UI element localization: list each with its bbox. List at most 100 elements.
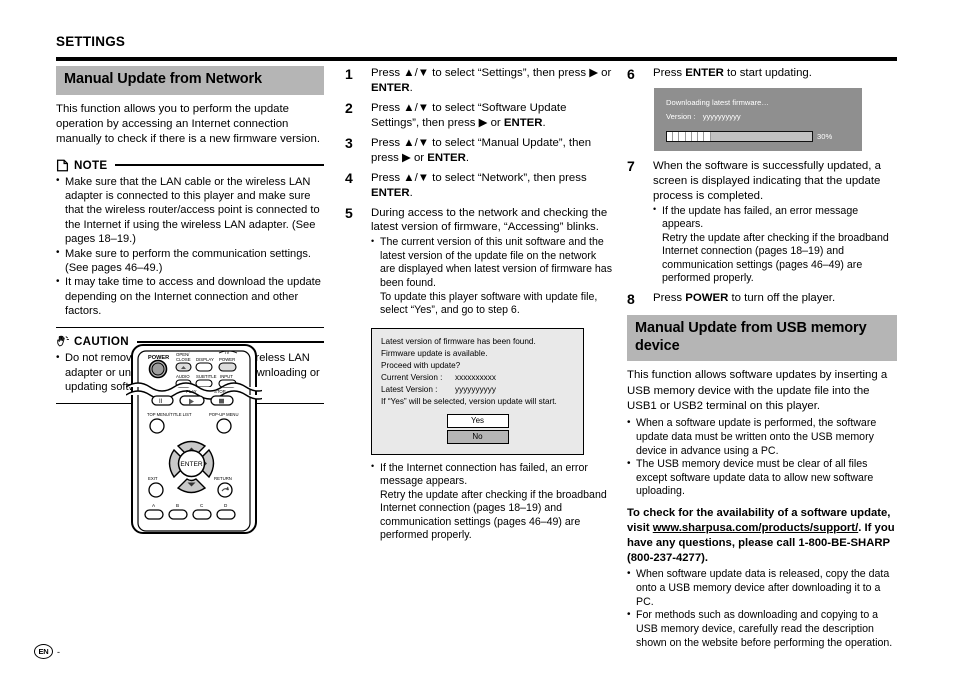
usb-intro-bullets: When a software update is performed, the… (627, 417, 897, 499)
caution-hand-icon (56, 335, 70, 348)
page-marker: - (57, 646, 60, 657)
svg-text:STOP: STOP (214, 389, 226, 394)
step-text: Press ▲/▼ to select “Manual Update”, the… (371, 136, 592, 164)
svg-text:CLOSE: CLOSE (176, 357, 191, 362)
step-item: 3 Press ▲/▼ to select “Manual Update”, t… (345, 135, 613, 166)
bullet-main: If the Internet connection has failed, a… (380, 461, 588, 488)
step-text: Press POWER to turn off the player. (653, 292, 836, 305)
list-item: For methods such as downloading and copy… (627, 609, 897, 650)
step-number: 7 (627, 158, 635, 175)
step-number: 5 (345, 205, 353, 221)
list-item: Make sure that the LAN cable or the wire… (56, 174, 324, 247)
dialog-line: Latest version of firmware has been foun… (381, 336, 536, 346)
no-button[interactable]: No (446, 430, 509, 444)
current-version-row: Current Version : xxxxxxxxxx (381, 372, 574, 384)
bullet-continuation: To update this player software with upda… (380, 290, 598, 317)
step-number: 1 (345, 65, 353, 82)
steps-list-7-8: 7 When the software is successfully upda… (627, 158, 897, 307)
downloading-label: Downloading latest firmware… (666, 97, 769, 107)
step-item: 4 Press ▲/▼ to select “Network”, then pr… (345, 170, 613, 201)
list-item: When a software update is performed, the… (627, 417, 897, 458)
step-text: Press ▲/▼ to select “Network”, then pres… (371, 171, 587, 199)
step-number: 3 (345, 135, 353, 152)
bullet-continuation: Retry the update after checking if the b… (380, 488, 607, 542)
svg-text:II: II (159, 399, 163, 405)
step-item: 5 During access to the network and check… (345, 205, 613, 318)
svg-text:EXIT: EXIT (148, 476, 158, 481)
header-rule (56, 57, 897, 61)
current-version-value: xxxxxxxxxx (455, 372, 496, 382)
right-column: 6 Press ENTER to start updating. Downloa… (627, 66, 897, 650)
note-divider (56, 326, 324, 329)
svg-text:POP-UP MENU: POP-UP MENU (209, 412, 238, 417)
step-number: 8 (627, 290, 635, 307)
steps-list-6-8: 6 Press ENTER to start updating. (627, 65, 897, 82)
usb-intro-text: This function allows software updates by… (627, 369, 888, 412)
step-item: 6 Press ENTER to start updating. (627, 65, 897, 82)
network-intro-text: This function allows you to perform the … (56, 102, 320, 146)
list-item: The current version of this unit softwar… (371, 236, 613, 317)
step-item: 2 Press ▲/▼ to select “Software Update S… (345, 100, 613, 131)
firmware-found-dialog: Latest version of firmware has been foun… (371, 327, 584, 455)
step-text: Press ▲/▼ to select “Settings”, then pre… (371, 67, 612, 94)
dialog-line: If “Yes” will be selected, version updat… (381, 396, 557, 406)
software-update-availability-note: To check for the availability of a softw… (627, 506, 897, 565)
bullet-main: If the update has failed, an error messa… (662, 204, 859, 231)
caution-label: CAUTION (74, 335, 129, 349)
download-version-row: Version : yyyyyyyyyy (666, 111, 850, 122)
list-item: When software update data is released, c… (627, 568, 897, 609)
list-item: Make sure to perform the communication s… (56, 246, 324, 276)
support-url-link[interactable]: www.sharpusa.com/products/support/ (653, 522, 858, 534)
step-text: Press ▲/▼ to select “Software Update Set… (371, 101, 567, 129)
download-version-label: Version : (666, 112, 696, 122)
manual-page: SETTINGS Manual Update from Network This… (0, 0, 954, 675)
page-footer: EN - (34, 644, 60, 659)
svg-text:AUDIO: AUDIO (176, 374, 190, 379)
bullet-main: The current version of this unit softwar… (380, 236, 612, 290)
svg-text:PLAY: PLAY (186, 389, 197, 394)
step-item: 1 Press ▲/▼ to select “Settings”, then p… (345, 66, 613, 96)
step-text: Press ENTER to start updating. (653, 67, 812, 79)
dialog-line: Firmware update is available. (381, 348, 488, 358)
running-head: SETTINGS (56, 34, 126, 49)
list-item: If the update has failed, an error messa… (653, 204, 897, 286)
download-version-value: yyyyyyyyyy (702, 112, 741, 122)
yes-button[interactable]: Yes (446, 414, 509, 429)
step-number: 6 (627, 65, 635, 82)
dialog-line: Proceed with update? (381, 360, 461, 370)
svg-text:TOP MENU/TITLE LIST: TOP MENU/TITLE LIST (147, 412, 192, 417)
list-item: The USB memory device must be clear of a… (627, 458, 897, 499)
after-dialog-bullets: If the Internet connection has failed, a… (371, 461, 613, 543)
middle-column: 1 Press ▲/▼ to select “Settings”, then p… (345, 66, 613, 543)
note-bullet-list: Make sure that the LAN cable or the wire… (56, 174, 324, 319)
language-badge: EN (34, 644, 53, 659)
latest-version-value: yyyyyyyyyy (455, 384, 496, 394)
list-item: If the Internet connection has failed, a… (371, 461, 613, 543)
current-version-label: Current Version : (381, 372, 443, 382)
progress-percent-label: 30% (817, 131, 833, 141)
svg-text:SUBTITLE: SUBTITLE (196, 374, 217, 379)
step-number: 2 (345, 100, 353, 117)
step-text: During access to the network and checkin… (371, 206, 608, 234)
bullet-continuation: Retry the update after checking if the b… (662, 231, 889, 285)
note-header: NOTE (56, 159, 324, 172)
usb-tail-bullets: When software update data is released, c… (627, 568, 897, 650)
dialog-buttons: Yes No (381, 414, 574, 444)
progress-bar-fill (667, 131, 711, 141)
svg-text:RETURN: RETURN (214, 476, 232, 481)
download-progress: 30% (666, 130, 833, 142)
step-number: 4 (345, 170, 353, 187)
step-text: When the software is successfully update… (653, 159, 881, 202)
progress-bar-track (666, 130, 813, 142)
note-rule (115, 164, 324, 167)
remote-control-illustration: POWER OPEN/ CLOSE DISPLAY TV POWER AUDIO… (125, 343, 271, 535)
svg-text:INPUT: INPUT (220, 374, 233, 379)
section-title-network: Manual Update from Network (56, 66, 324, 95)
svg-text:POWER: POWER (219, 357, 235, 362)
latest-version-label: Latest Version : (381, 384, 438, 394)
latest-version-row: Latest Version : yyyyyyyyyy (381, 384, 574, 396)
list-item: It may take time to access and download … (56, 275, 324, 318)
note-label: NOTE (74, 158, 108, 172)
step7-bullets: If the update has failed, an error messa… (653, 204, 897, 286)
steps-list-1-5: 1 Press ▲/▼ to select “Settings”, then p… (345, 66, 613, 318)
